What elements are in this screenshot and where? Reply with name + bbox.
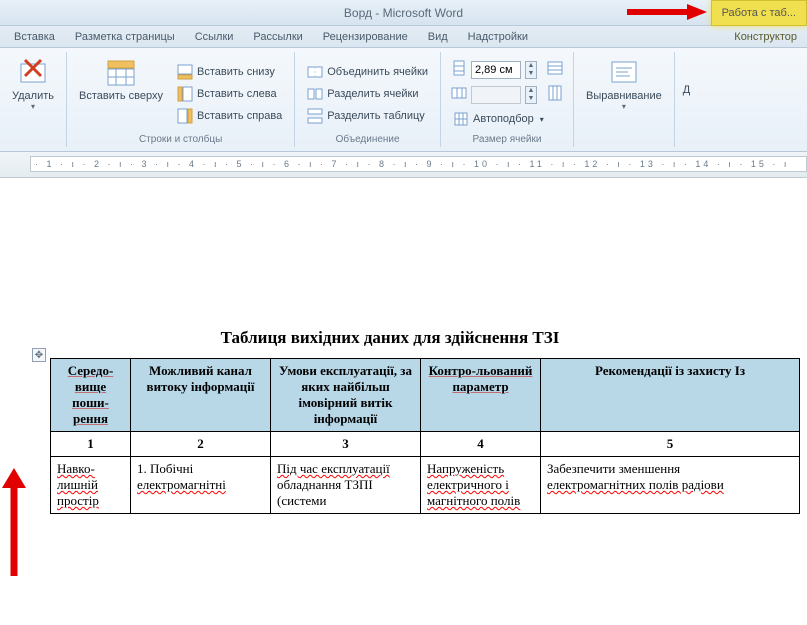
- header-cell: Рекомендації із захисту Із: [541, 359, 800, 432]
- tab-addins[interactable]: Надстройки: [458, 28, 538, 46]
- annotation-arrow-left: [0, 468, 34, 578]
- cell: Забезпечити зменшення електромагнітних п…: [541, 457, 800, 514]
- split-table-button[interactable]: Разделить таблицу: [303, 106, 432, 126]
- header-cell: Контро-льований параметр: [421, 359, 541, 432]
- insert-right-button[interactable]: Вставить справа: [173, 106, 286, 126]
- num-cell: 3: [271, 432, 421, 457]
- width-spinner[interactable]: ▲▼: [525, 61, 537, 79]
- window-title: Ворд - Microsoft Word: [344, 6, 463, 20]
- ribbon-group-align: Выравнивание ▾: [574, 52, 675, 147]
- dropdown-icon: ▾: [31, 102, 35, 111]
- insert-below-icon: [177, 64, 193, 80]
- cell-width-input[interactable]: [471, 61, 521, 79]
- data-label-cut: Д: [683, 54, 690, 147]
- cell: Під час експлуатації обладнання ТЗПІ (си…: [271, 457, 421, 514]
- split-table-icon: [307, 108, 323, 124]
- ribbon-group-merge: Объединить ячейки Разделить ячейки Разде…: [295, 52, 441, 147]
- document-area[interactable]: Таблиця вихідних даних для здійснення ТЗ…: [0, 178, 807, 625]
- group-label-merge: Объединение: [303, 134, 432, 147]
- insert-above-button[interactable]: Вставить сверху: [75, 54, 167, 134]
- ribbon-group-cellsize: ▲▼ ▲▼: [441, 52, 574, 147]
- horizontal-ruler[interactable]: · 1 · ı · 2 · ı · 3 · ı · 4 · ı · 5 · ı …: [0, 152, 807, 178]
- merge-cells-button[interactable]: Объединить ячейки: [303, 62, 432, 82]
- alignment-icon: [608, 56, 640, 88]
- autofit-icon: [453, 111, 469, 127]
- split-cells-label: Разделить ячейки: [327, 88, 418, 100]
- height-spinner[interactable]: ▲▼: [525, 86, 537, 104]
- ribbon-tabs: Вставка Разметка страницы Ссылки Рассылк…: [0, 26, 807, 48]
- tab-review[interactable]: Рецензирование: [313, 28, 418, 46]
- tab-page-layout[interactable]: Разметка страницы: [65, 28, 185, 46]
- ruler-scale: · 1 · ı · 2 · ı · 3 · ı · 4 · ı · 5 · ı …: [30, 156, 807, 172]
- table-move-handle[interactable]: ✥: [32, 348, 46, 362]
- delete-button[interactable]: Удалить ▾: [8, 54, 58, 145]
- group-label-rows-cols: Строки и столбцы: [75, 134, 286, 147]
- insert-above-label: Вставить сверху: [79, 90, 163, 102]
- insert-right-icon: [177, 108, 193, 124]
- insert-left-button[interactable]: Вставить слева: [173, 84, 286, 104]
- split-cells-button[interactable]: Разделить ячейки: [303, 84, 432, 104]
- contextual-tab-label: Работа с таб...: [722, 7, 796, 19]
- insert-left-label: Вставить слева: [197, 88, 277, 100]
- tab-design[interactable]: Конструктор: [724, 28, 807, 46]
- group-label-cellsize: Размер ячейки: [449, 134, 565, 147]
- table-number-row: 1 2 3 4 5: [51, 432, 800, 457]
- header-cell: Можливий канал витоку інформації: [131, 359, 271, 432]
- insert-above-icon: [105, 56, 137, 88]
- cell: Напруженість електричного і магнітного п…: [421, 457, 541, 514]
- autofit-label: Автоподбор: [473, 113, 534, 125]
- insert-left-icon: [177, 86, 193, 102]
- distribute-rows-icon[interactable]: [547, 60, 563, 79]
- group-label-delete: [8, 145, 58, 147]
- alignment-button[interactable]: Выравнивание ▾: [582, 54, 666, 145]
- dropdown-icon: ▾: [622, 102, 626, 111]
- header-cell: Середо-вище поши-рення: [51, 359, 131, 432]
- contextual-tab-header[interactable]: Работа с таб...: [711, 0, 807, 26]
- split-cells-icon: [307, 86, 323, 102]
- group-label-align: [582, 145, 666, 147]
- insert-below-label: Вставить снизу: [197, 66, 275, 78]
- delete-label: Удалить: [12, 90, 54, 102]
- ribbon-group-delete: Удалить ▾: [0, 52, 67, 147]
- ribbon-group-data: Д: [675, 52, 690, 147]
- document-title: Таблиця вихідних даних для здійснення ТЗ…: [40, 328, 740, 348]
- ruler-marks: · 1 · ı · 2 · ı · 3 · ı · 4 · ı · 5 · ı …: [35, 159, 789, 169]
- row-height-icon: [451, 60, 467, 79]
- num-cell: 4: [421, 432, 541, 457]
- move-icon: ✥: [35, 350, 43, 361]
- distribute-cols-icon[interactable]: [547, 85, 563, 104]
- insert-below-button[interactable]: Вставить снизу: [173, 62, 286, 82]
- tab-mailings[interactable]: Рассылки: [243, 28, 312, 46]
- tab-insert[interactable]: Вставка: [4, 28, 65, 46]
- title-bar: Ворд - Microsoft Word Работа с таб...: [0, 0, 807, 26]
- ribbon: Удалить ▾ Вставить сверху: [0, 48, 807, 152]
- annotation-arrow-top: [627, 2, 707, 22]
- cell: 1. Побічні електромагнітні: [131, 457, 271, 514]
- data-table[interactable]: Середо-вище поши-рення Можливий канал ви…: [50, 358, 800, 514]
- table-header-row: Середо-вище поши-рення Можливий канал ви…: [51, 359, 800, 432]
- dropdown-icon: ▾: [540, 115, 544, 124]
- ribbon-group-rows-cols: Вставить сверху Вставить снизу Вставить …: [67, 52, 295, 147]
- table-row: Навко- лишній простір 1. Побічні електро…: [51, 457, 800, 514]
- tab-view[interactable]: Вид: [418, 28, 458, 46]
- merge-cells-label: Объединить ячейки: [327, 66, 428, 78]
- num-cell: 2: [131, 432, 271, 457]
- autofit-button[interactable]: Автоподбор ▾: [449, 109, 565, 129]
- delete-table-icon: [17, 56, 49, 88]
- alignment-label: Выравнивание: [586, 90, 662, 102]
- cell: Навко- лишній простір: [51, 457, 131, 514]
- merge-cells-icon: [307, 64, 323, 80]
- num-cell: 5: [541, 432, 800, 457]
- cell-height-input[interactable]: [471, 86, 521, 104]
- insert-right-label: Вставить справа: [197, 110, 282, 122]
- header-cell: Умови експлуатації, за яких найбільш імо…: [271, 359, 421, 432]
- tab-references[interactable]: Ссылки: [185, 28, 244, 46]
- col-width-icon: [451, 85, 467, 104]
- split-table-label: Разделить таблицу: [327, 110, 425, 122]
- num-cell: 1: [51, 432, 131, 457]
